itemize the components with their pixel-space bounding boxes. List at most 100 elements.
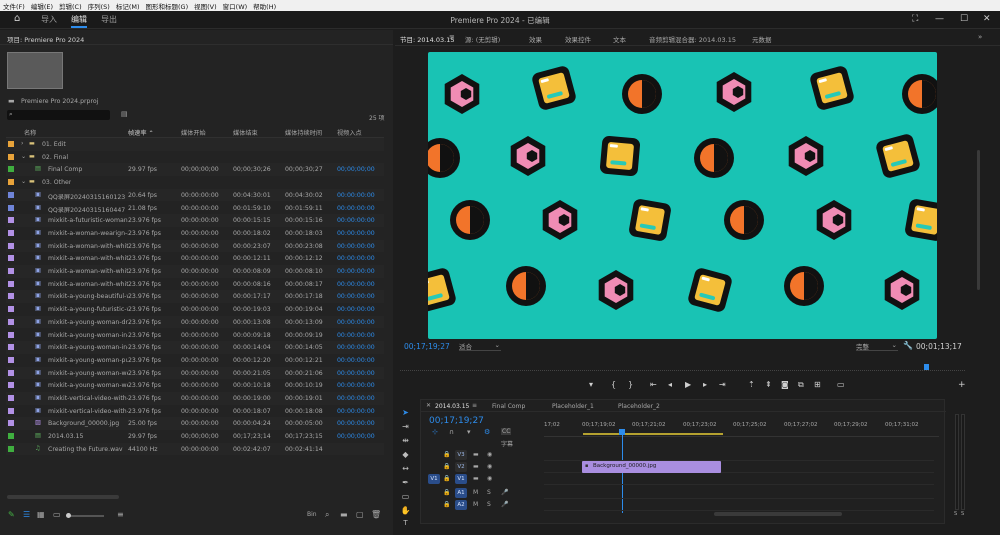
label-color-swatch[interactable]: [8, 318, 14, 325]
step-back-icon[interactable]: ◂: [668, 380, 672, 389]
chevron-down-icon[interactable]: ⌄: [21, 153, 26, 160]
new-item-icon[interactable]: ▢: [356, 510, 364, 519]
label-color-swatch[interactable]: [8, 356, 14, 363]
label-color-swatch[interactable]: [8, 229, 14, 236]
bin-label-icon[interactable]: Bin: [307, 511, 317, 518]
col-name[interactable]: 名称: [24, 128, 36, 137]
col-start[interactable]: 媒体开始: [181, 128, 206, 137]
list-item[interactable]: ♫ Creating the Future.wav 44100 Hz 00:00:00…: [6, 442, 384, 456]
mark-out-icon[interactable]: }: [628, 380, 633, 389]
list-item[interactable]: ▣ mixkit-a-futuristic-woman-i 23.976 fps 00…: [6, 214, 384, 227]
tab-program[interactable]: 节目: 2014.03.15: [400, 34, 454, 44]
mute-toggle[interactable]: M: [473, 501, 478, 508]
sync-lock-icon[interactable]: ▬: [473, 475, 479, 482]
solo-toggle[interactable]: S: [487, 489, 491, 496]
solo-left-label[interactable]: S: [954, 511, 957, 517]
timeline-scroll-thumb[interactable]: [714, 512, 842, 516]
col-fps[interactable]: 帧速率 ⌃: [128, 128, 154, 137]
timeline-scrollbar[interactable]: [544, 512, 934, 516]
list-item[interactable]: ▣ mixkit-a-young-woman-in- 23.976 fps 00:00…: [6, 329, 384, 342]
extract-icon[interactable]: ⇞: [765, 380, 772, 389]
sync-lock-icon[interactable]: ▬: [473, 463, 479, 470]
list-item[interactable]: ▣ mixkit-a-young-woman-we 23.976 fps 00:00:…: [6, 366, 384, 380]
zoom-slider[interactable]: [66, 513, 104, 518]
mark-in-icon[interactable]: {: [611, 380, 616, 389]
search-small-icon[interactable]: ⌕: [325, 510, 329, 520]
mic-icon[interactable]: 🎤: [501, 501, 508, 508]
menu-item[interactable]: 标记(M): [116, 1, 140, 11]
tab-source[interactable]: 源: (无剪辑): [465, 34, 500, 44]
list-item[interactable]: ▣ mixkit-a-woman-with-whit 23.976 fps 00:00…: [6, 278, 384, 291]
label-color-swatch[interactable]: [8, 280, 14, 287]
trash-icon[interactable]: 🗑: [371, 510, 381, 519]
track-target-toggle[interactable]: A1: [455, 488, 467, 498]
zoom-slider-handle[interactable]: [66, 513, 71, 518]
tab-seq-2014[interactable]: 2014.03.15: [435, 403, 469, 410]
tab-export[interactable]: 导出: [101, 14, 117, 25]
label-color-swatch[interactable]: [8, 433, 14, 440]
lock-icon[interactable]: 🔒: [443, 501, 450, 508]
label-color-swatch[interactable]: [8, 153, 14, 160]
work-area-bar[interactable]: [583, 433, 723, 435]
zoom-select[interactable]: 适合 ⌄: [459, 341, 501, 351]
go-to-out-icon[interactable]: ⇥: [719, 380, 726, 389]
panel-menu-icon[interactable]: »: [978, 33, 982, 41]
menu-item[interactable]: 序列(S): [88, 1, 110, 11]
step-forward-icon[interactable]: ▸: [703, 380, 707, 389]
ripple-edit-icon[interactable]: ⇹: [400, 436, 411, 445]
tab-audio-mixer[interactable]: 音频剪辑混合器: 2014.03.15: [649, 34, 736, 44]
play-icon[interactable]: ▶: [685, 380, 691, 389]
list-item[interactable]: ▤ 2014.03.15 29.97 fps 00;00;00;00 00;17;23;…: [6, 430, 384, 443]
search-input[interactable]: ⌕: [7, 110, 110, 120]
monitor-time-ruler[interactable]: [400, 363, 965, 371]
list-item[interactable]: ▣ mixkit-a-young-beautiful-w 23.976 fps 00:…: [6, 290, 384, 304]
list-item[interactable]: ▣ mixkit-a-woman-with-whit 23.976 fps 00:00…: [6, 252, 384, 265]
list-item[interactable]: ▣ QQ录屏20240315160447 21.08 fps 00:00:00:00 0…: [6, 202, 384, 215]
label-color-swatch[interactable]: [8, 382, 14, 389]
list-item[interactable]: ▨ Background_00000.jpg 25.00 fps 00:00:00:0…: [6, 417, 384, 431]
menu-item[interactable]: 视图(V): [194, 1, 217, 11]
maximize-icon[interactable]: ☐: [960, 14, 968, 24]
mute-toggle[interactable]: M: [473, 489, 478, 496]
tab-seq-final-comp[interactable]: Final Comp: [492, 403, 525, 410]
mic-icon[interactable]: 🎤: [501, 489, 508, 496]
list-item[interactable]: ▣ QQ录屏20240315160123 20.64 fps 00:00:00:00 0…: [6, 188, 384, 202]
freeform-view-icon[interactable]: ▭: [53, 510, 61, 519]
sort-icon[interactable]: ≡: [117, 510, 124, 519]
icon-view-icon[interactable]: ▦: [37, 510, 45, 519]
label-color-swatch[interactable]: [8, 445, 14, 452]
settings-icon[interactable]: ⚙: [484, 428, 490, 436]
tab-seq-placeholder-1[interactable]: Placeholder_1: [552, 403, 594, 410]
snap-icon[interactable]: ⊹: [432, 428, 438, 436]
tab-menu-icon[interactable]: ≡: [472, 402, 477, 409]
menu-item[interactable]: 帮助(H): [253, 1, 276, 11]
home-icon[interactable]: ⌂: [14, 13, 20, 24]
list-item[interactable]: ▣ mixkit-a-young-woman-we 23.976 fps 00:00:…: [6, 379, 384, 392]
menu-item[interactable]: 剪辑(C): [59, 1, 82, 11]
pencil-icon[interactable]: ✎: [8, 510, 15, 519]
eye-icon[interactable]: ◉: [487, 451, 492, 458]
list-item[interactable]: ▣ mixkit-a-woman-with-whit 23.976 fps 00:00…: [6, 265, 384, 278]
label-color-swatch[interactable]: [8, 331, 14, 338]
new-bin-bottom-icon[interactable]: ▬: [340, 510, 348, 519]
lock-icon[interactable]: 🔒: [443, 489, 450, 496]
source-patch-v1[interactable]: V1: [428, 474, 440, 484]
right-scrollbar[interactable]: [975, 45, 981, 395]
list-item[interactable]: ⌄ ▬ 03. Other: [6, 176, 384, 189]
tab-metadata[interactable]: 元数据: [752, 34, 772, 44]
new-bin-icon[interactable]: ▤: [121, 110, 128, 118]
slip-icon[interactable]: ↔: [400, 464, 411, 473]
label-color-swatch[interactable]: [8, 217, 14, 224]
camera-icon[interactable]: ◙: [781, 380, 789, 389]
label-color-swatch[interactable]: [8, 268, 14, 274]
track-target-toggle[interactable]: A2: [455, 500, 467, 510]
lock-icon[interactable]: 🔒: [443, 475, 450, 482]
track-target-toggle[interactable]: V2: [455, 462, 467, 472]
minimize-icon[interactable]: —: [935, 14, 944, 24]
menu-item[interactable]: 窗口(W): [223, 1, 248, 11]
menu-item[interactable]: 编辑(E): [31, 1, 53, 11]
chevron-right-icon[interactable]: ›: [21, 140, 23, 147]
label-color-swatch[interactable]: [8, 179, 14, 186]
marker-icon[interactable]: ▾: [467, 428, 471, 436]
track-lane[interactable]: [544, 498, 934, 499]
